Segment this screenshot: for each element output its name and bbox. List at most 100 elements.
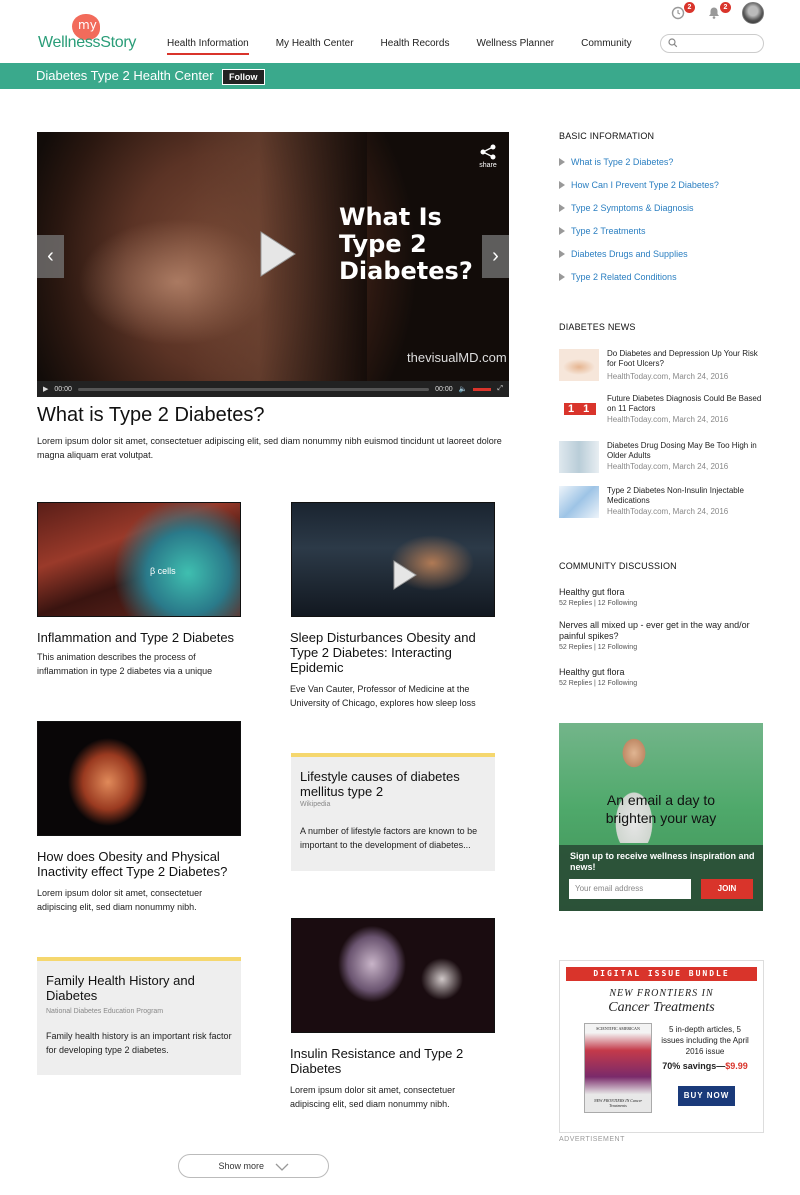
- news-title: Type 2 Diabetes Non-Insulin Injectable M…: [607, 486, 744, 505]
- discussion-meta: 52 Replies | 12 Following: [559, 600, 638, 607]
- news-item[interactable]: 1 1 Future Diabetes Diagnosis Could Be B…: [559, 394, 764, 430]
- advertisement[interactable]: DIGITAL ISSUE BUNDLE NEW FRONTIERS IN Ca…: [559, 960, 764, 1133]
- nav-my-health-center[interactable]: My Health Center: [276, 38, 354, 55]
- text-card-body: Family health history is an important ri…: [46, 1031, 232, 1055]
- chevron-down-icon: [275, 1163, 288, 1171]
- text-card-family-history[interactable]: Family Health History and Diabetes Natio…: [37, 957, 241, 1075]
- buy-now-button[interactable]: BUY NOW: [678, 1086, 735, 1106]
- news-meta: HealthToday.com, March 24, 2016: [607, 372, 729, 381]
- news-item[interactable]: Diabetes Drug Dosing May Be Too High in …: [559, 441, 764, 477]
- triangle-icon: [559, 204, 565, 212]
- hero-description: Lorem ipsum dolor sit amet, consectetuer…: [37, 436, 502, 460]
- basic-info-item[interactable]: How Can I Prevent Type 2 Diabetes?: [559, 180, 719, 203]
- card-image-inflammation[interactable]: β cells: [37, 502, 241, 617]
- cover-title: NEW FRONTIERS IN Cancer Treatments: [593, 1098, 643, 1108]
- ad-title-1: NEW FRONTIERS IN: [609, 988, 714, 999]
- wellnessstory-logo[interactable]: my WellnessStory: [38, 12, 148, 56]
- discussion-item[interactable]: Healthy gut flora 52 Replies | 12 Follow…: [559, 587, 759, 607]
- card-description: Eve Van Cauter, Professor of Medicine at…: [290, 684, 476, 708]
- card-title[interactable]: Insulin Resistance and Type 2 Diabetes: [290, 1046, 490, 1076]
- card-description: Lorem ipsum dolor sit amet, consectetuer…: [290, 1085, 456, 1109]
- discussion-meta: 52 Replies | 12 Following: [559, 680, 638, 687]
- triangle-icon: [559, 181, 565, 189]
- card-title[interactable]: Sleep Disturbances Obesity and Type 2 Di…: [290, 630, 490, 675]
- ad-description: 5 in-depth articles, 5 issues including …: [661, 1025, 749, 1056]
- prev-arrow-button[interactable]: ‹: [37, 235, 64, 278]
- text-card-lifestyle[interactable]: Lifestyle causes of diabetes mellitus ty…: [291, 753, 495, 871]
- triangle-icon: [559, 227, 565, 235]
- show-more-button[interactable]: Show more: [178, 1154, 329, 1178]
- hero-video-player[interactable]: What Is Type 2 Diabetes? thevisualMD.com…: [37, 132, 509, 397]
- card-image-sleep[interactable]: [291, 502, 495, 617]
- fullscreen-icon[interactable]: ⤢: [497, 385, 503, 393]
- discussion-title: Healthy gut flora: [559, 587, 625, 597]
- card-image-obesity[interactable]: [37, 721, 241, 836]
- hero-title[interactable]: What is Type 2 Diabetes?: [37, 404, 265, 427]
- news-meta: HealthToday.com, March 24, 2016: [607, 507, 729, 516]
- progress-track[interactable]: [77, 387, 430, 391]
- card-title[interactable]: Inflammation and Type 2 Diabetes: [37, 630, 247, 645]
- follow-button[interactable]: Follow: [222, 69, 265, 85]
- news-meta: HealthToday.com, March 24, 2016: [607, 462, 729, 471]
- text-card-title: Family Health History and Diabetes: [46, 973, 195, 1003]
- card-title[interactable]: How does Obesity and Physical Inactivity…: [37, 849, 247, 879]
- play-icon[interactable]: [392, 559, 418, 591]
- nav-health-records[interactable]: Health Records: [381, 38, 450, 55]
- discussion-item[interactable]: Healthy gut flora 52 Replies | 12 Follow…: [559, 667, 759, 687]
- basic-info-label: How Can I Prevent Type 2 Diabetes?: [571, 180, 719, 190]
- news-item[interactable]: Do Diabetes and Depression Up Your Risk …: [559, 349, 764, 385]
- main-nav: Health Information My Health Center Heal…: [167, 38, 659, 55]
- alert-badge: 2: [720, 2, 731, 13]
- news-thumbnail: [559, 486, 599, 518]
- news-heading: DIABETES NEWS: [559, 322, 636, 332]
- health-center-title: Diabetes Type 2 Health Center: [36, 68, 214, 83]
- basic-info-label: Type 2 Treatments: [571, 226, 646, 236]
- nav-community[interactable]: Community: [581, 38, 632, 55]
- basic-info-list: What is Type 2 Diabetes? How Can I Preve…: [559, 157, 719, 295]
- video-controls: ▶ 00:00 00:00 🔈 ⤢: [37, 381, 509, 397]
- join-button[interactable]: JOIN: [701, 879, 753, 899]
- volume-icon[interactable]: 🔈: [459, 385, 468, 393]
- ad-title-2: Cancer Treatments: [608, 1000, 715, 1015]
- total-time: 00:00: [435, 385, 453, 393]
- basic-info-label: Type 2 Related Conditions: [571, 272, 677, 282]
- promo-title: An email a day to brighten your way: [559, 791, 763, 827]
- card-description: Lorem ipsum dolor sit amet, consectetuer…: [37, 888, 203, 912]
- card-image-insulin[interactable]: [291, 918, 495, 1033]
- bell-icon[interactable]: 2: [706, 2, 731, 22]
- text-card-body: A number of lifestyle factors are known …: [300, 826, 478, 850]
- basic-info-label: What is Type 2 Diabetes?: [571, 157, 674, 167]
- basic-info-item[interactable]: Type 2 Related Conditions: [559, 272, 719, 295]
- news-title: Future Diabetes Diagnosis Could Be Based…: [607, 394, 762, 413]
- site-header: my WellnessStory Health Information My H…: [0, 0, 800, 62]
- user-avatar[interactable]: [742, 2, 764, 24]
- basic-info-item[interactable]: What is Type 2 Diabetes?: [559, 157, 719, 180]
- discussion-item[interactable]: Nerves all mixed up - ever get in the wa…: [559, 620, 759, 651]
- alarm-clock-icon[interactable]: 2: [670, 2, 695, 22]
- ad-price-value: $9.99: [725, 1061, 748, 1071]
- share-icon: [480, 144, 496, 160]
- basic-info-item[interactable]: Diabetes Drugs and Supplies: [559, 249, 719, 272]
- news-item[interactable]: Type 2 Diabetes Non-Insulin Injectable M…: [559, 486, 764, 522]
- magazine-cover: SCIENTIFIC AMERICAN NEW FRONTIERS IN Can…: [584, 1023, 652, 1113]
- search-input[interactable]: [660, 34, 764, 53]
- nav-health-information[interactable]: Health Information: [167, 38, 249, 55]
- play-small-icon[interactable]: ▶: [43, 385, 48, 393]
- text-card-title: Lifestyle causes of diabetes mellitus ty…: [300, 769, 460, 799]
- triangle-icon: [559, 273, 565, 281]
- ad-price: 70% savings—$9.99: [660, 1061, 750, 1071]
- logo-my: my: [78, 18, 97, 32]
- play-icon[interactable]: [257, 230, 297, 278]
- header-icons: 2 2: [652, 2, 764, 24]
- community-heading: COMMUNITY DISCUSSION: [559, 561, 677, 571]
- email-field[interactable]: Your email address: [569, 879, 691, 899]
- volume-slider[interactable]: [473, 387, 492, 391]
- next-arrow-button[interactable]: ›: [482, 235, 509, 278]
- text-card-source: National Diabetes Education Program: [46, 1008, 164, 1015]
- basic-info-item[interactable]: Type 2 Treatments: [559, 226, 719, 249]
- video-brand: thevisualMD.com: [407, 350, 507, 365]
- share-button[interactable]: share: [479, 144, 497, 169]
- nav-wellness-planner[interactable]: Wellness Planner: [476, 38, 554, 55]
- basic-info-item[interactable]: Type 2 Symptoms & Diagnosis: [559, 203, 719, 226]
- promo-title-line1: An email a day to: [606, 792, 716, 808]
